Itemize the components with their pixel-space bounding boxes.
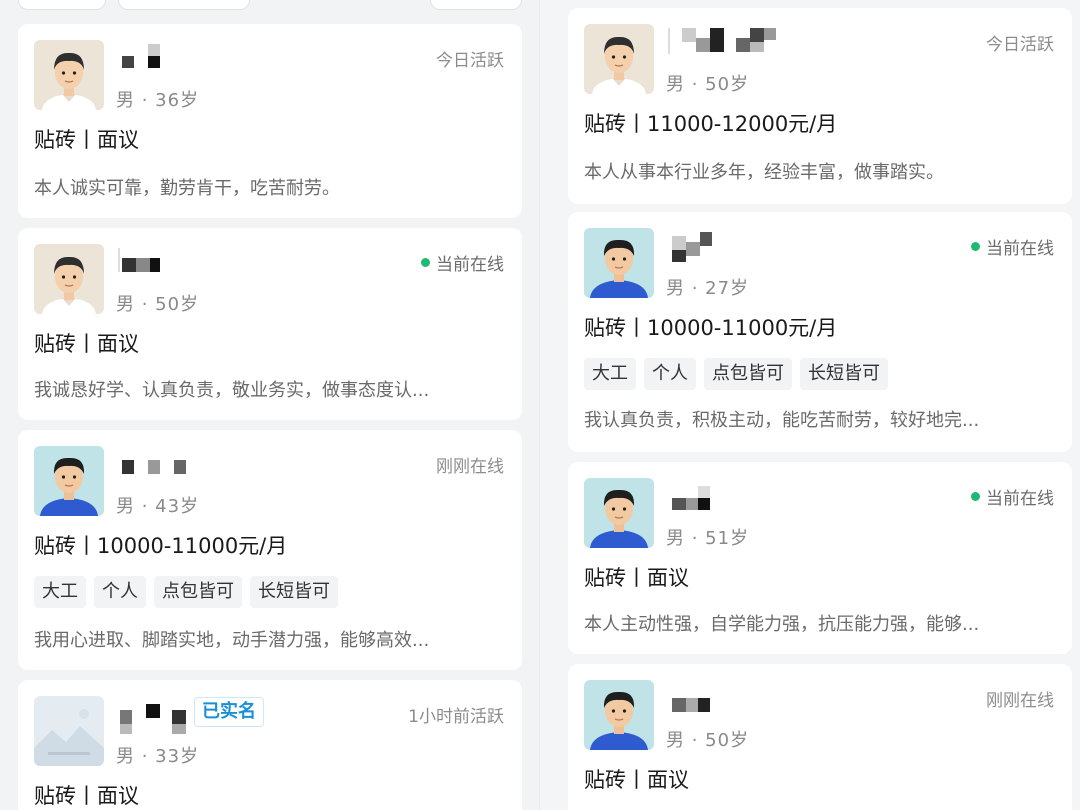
job-title-salary: 贴砖丨面议 [584, 768, 689, 792]
worker-name-redacted [118, 248, 208, 274]
self-description: 本人从事本行业多年，经验丰富，做事踏实。 [584, 162, 944, 183]
filter-chip[interactable] [18, 0, 106, 10]
worker-name-redacted [668, 232, 758, 262]
worker-name-redacted [118, 450, 208, 476]
job-title-salary: 贴砖丨面议 [34, 784, 139, 808]
man-avatar-icon [584, 680, 654, 750]
tag: 长短皆可 [250, 576, 338, 608]
self-description: 我诚恳好学、认真负责，敬业务实，做事态度认... [34, 380, 430, 401]
tag: 点包皆可 [704, 358, 792, 390]
man-avatar-icon [34, 446, 104, 516]
worker-card[interactable]: 已实名 1小时前活跃 男 · 33岁 贴砖丨面议 [18, 680, 522, 810]
job-title-salary: 贴砖丨面议 [34, 332, 139, 356]
avatar [584, 24, 654, 94]
job-title-salary: 贴砖丨面议 [34, 128, 139, 152]
man-avatar-icon [584, 24, 654, 94]
avatar [584, 680, 654, 750]
worker-card[interactable]: 今日活跃 男 · 36岁 贴砖丨面议 本人诚实可靠，勤劳肯干，吃苦耐劳。 [18, 24, 522, 218]
avatar [584, 228, 654, 298]
worker-card[interactable]: 当前在线 男 · 51岁 贴砖丨面议 本人主动性强，自学能力强，抗压能力强，能够… [568, 462, 1072, 654]
self-description: 本人主动性强，自学能力强，抗压能力强，能够... [584, 614, 980, 635]
left-worker-list: 今日活跃 男 · 36岁 贴砖丨面议 本人诚实可靠，勤劳肯干，吃苦耐劳。 当前在… [0, 0, 540, 810]
gender-age: 男 · 50岁 [666, 74, 750, 95]
worker-card[interactable]: 当前在线 男 · 50岁 贴砖丨面议 我诚恳好学、认真负责，敬业务实，做事态度认… [18, 228, 522, 420]
gender-age: 男 · 43岁 [116, 496, 200, 517]
online-dot-icon [971, 492, 980, 501]
job-title-salary: 贴砖丨10000-11000元/月 [34, 534, 288, 558]
self-description: 我用心进取、脚踏实地，动手潜力强，能够高效... [34, 630, 430, 651]
job-title-salary: 贴砖丨11000-12000元/月 [584, 112, 838, 136]
online-dot-icon [971, 242, 980, 251]
gender-age: 男 · 51岁 [666, 528, 750, 549]
man-avatar-icon [584, 478, 654, 548]
activity-status: 刚刚在线 [986, 691, 1054, 711]
avatar [34, 446, 104, 516]
worker-name-redacted [668, 28, 778, 54]
tag: 大工 [34, 576, 86, 608]
right-worker-list: 今日活跃 男 · 50岁 贴砖丨11000-12000元/月 本人从事本行业多年… [540, 0, 1080, 810]
avatar [34, 40, 104, 110]
activity-status: 今日活跃 [436, 51, 504, 71]
tag: 点包皆可 [154, 576, 242, 608]
tag: 个人 [94, 576, 146, 608]
man-avatar-icon [34, 40, 104, 110]
placeholder-image-icon [34, 696, 104, 766]
avatar [34, 244, 104, 314]
gender-age: 男 · 50岁 [666, 730, 750, 751]
gender-age: 男 · 50岁 [116, 294, 200, 315]
activity-status: 当前在线 [971, 234, 1054, 259]
man-avatar-icon [34, 244, 104, 314]
gender-age: 男 · 27岁 [666, 278, 750, 299]
filter-chip[interactable] [430, 0, 522, 10]
activity-status: 当前在线 [971, 484, 1054, 509]
worker-card[interactable]: 当前在线 男 · 27岁 贴砖丨10000-11000元/月 大工 个人 点包皆… [568, 212, 1072, 452]
self-description: 本人诚实可靠，勤劳肯干，吃苦耐劳。 [34, 178, 340, 199]
filter-chip[interactable] [118, 0, 250, 10]
tag: 大工 [584, 358, 636, 390]
activity-status: 1小时前活跃 [408, 707, 504, 727]
tag: 个人 [644, 358, 696, 390]
activity-status: 当前在线 [421, 250, 504, 275]
worker-name-redacted [668, 684, 758, 712]
worker-name-redacted [668, 482, 758, 510]
skill-tags: 大工 个人 点包皆可 长短皆可 [584, 358, 888, 390]
tag: 长短皆可 [800, 358, 888, 390]
self-description: 我认真负责，积极主动，能吃苦耐劳，较好地完... [584, 410, 980, 431]
activity-status: 今日活跃 [986, 35, 1054, 55]
worker-card[interactable]: 刚刚在线 男 · 50岁 贴砖丨面议 [568, 664, 1072, 810]
online-dot-icon [421, 258, 430, 267]
gender-age: 男 · 36岁 [116, 90, 200, 111]
avatar [584, 478, 654, 548]
activity-status: 刚刚在线 [436, 457, 504, 477]
job-title-salary: 贴砖丨10000-11000元/月 [584, 316, 838, 340]
gender-age: 男 · 33岁 [116, 746, 200, 767]
skill-tags: 大工 个人 点包皆可 长短皆可 [34, 576, 338, 608]
avatar [34, 696, 104, 766]
worker-card[interactable]: 刚刚在线 男 · 43岁 贴砖丨10000-11000元/月 大工 个人 点包皆… [18, 430, 522, 670]
verified-badge: 已实名 [194, 697, 264, 727]
job-title-salary: 贴砖丨面议 [584, 566, 689, 590]
man-avatar-icon [584, 228, 654, 298]
worker-card[interactable]: 今日活跃 男 · 50岁 贴砖丨11000-12000元/月 本人从事本行业多年… [568, 8, 1072, 204]
worker-name-redacted [118, 44, 208, 70]
